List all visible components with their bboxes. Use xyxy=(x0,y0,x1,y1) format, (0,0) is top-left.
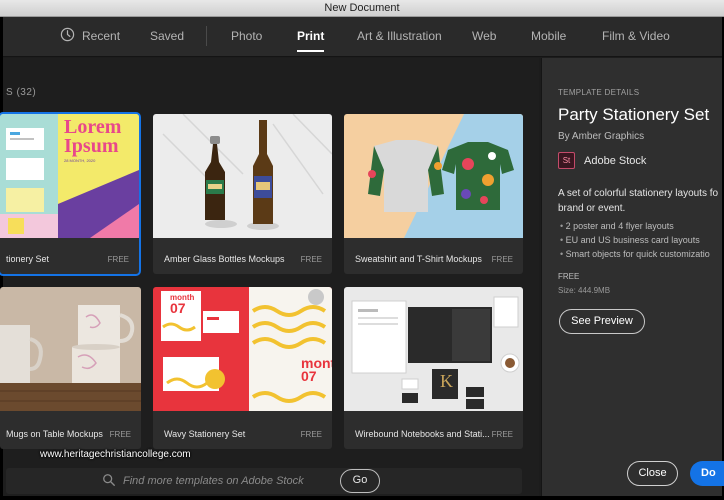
new-document-dialog: Recent Saved Photo Print Art & Illustrat… xyxy=(0,17,724,500)
download-button[interactable]: Do xyxy=(690,461,724,486)
monogram-k-icon: K xyxy=(440,371,453,391)
feature-item: 2 poster and 4 flyer layouts xyxy=(560,219,710,233)
details-kicker: TEMPLATE DETAILS xyxy=(558,88,640,97)
template-thumbnail: month 07 montl 07 xyxy=(153,287,332,411)
template-price: FREE xyxy=(109,430,131,439)
tab-mobile[interactable]: Mobile xyxy=(531,29,566,43)
template-price: FREE xyxy=(300,255,322,264)
window-title: New Document xyxy=(0,0,724,17)
template-thumbnail: K xyxy=(344,287,523,411)
template-browser: S (32) Lorem Ipsum 28 MONTH, 2020 tioner… xyxy=(0,58,539,496)
template-card[interactable]: month 07 montl 07 Wavy Stationery Set FR… xyxy=(153,287,332,449)
template-price: FREE xyxy=(107,255,129,264)
thumb-day-big-text: 07 xyxy=(301,368,317,384)
details-author: By Amber Graphics xyxy=(558,131,645,142)
template-thumbnail xyxy=(344,114,523,238)
template-price: FREE xyxy=(491,255,513,264)
template-card[interactable]: K Wirebound Notebooks and Stati... FREE xyxy=(344,287,523,449)
thumb-ipsum-text: Ipsum xyxy=(64,135,119,157)
go-button[interactable]: Go xyxy=(340,469,380,493)
adobe-stock-label: Adobe Stock xyxy=(584,155,647,167)
details-feature-list: 2 poster and 4 flyer layouts EU and US b… xyxy=(560,219,710,261)
template-name: Amber Glass Bottles Mockups xyxy=(164,254,285,264)
feature-item: EU and US business card layouts xyxy=(560,233,710,247)
tab-divider xyxy=(206,26,207,46)
template-thumbnail xyxy=(0,287,141,411)
clock-icon xyxy=(60,27,75,42)
tab-recent[interactable]: Recent xyxy=(82,29,120,43)
template-name: Sweatshirt and T-Shirt Mockups xyxy=(355,254,482,264)
category-tabs: Recent Saved Photo Print Art & Illustrat… xyxy=(3,17,722,57)
tab-film-video[interactable]: Film & Video xyxy=(602,29,670,43)
template-thumbnail: Lorem Ipsum 28 MONTH, 2020 xyxy=(0,114,139,238)
stock-search-input[interactable] xyxy=(123,473,323,489)
thumb-date-text: 28 MONTH, 2020 xyxy=(64,158,96,163)
template-price: FREE xyxy=(300,430,322,439)
close-button[interactable]: Close xyxy=(627,461,678,486)
search-icon xyxy=(103,474,115,486)
section-title: S (32) xyxy=(6,87,37,98)
tab-print[interactable]: Print xyxy=(297,29,325,52)
template-name: Mugs on Table Mockups xyxy=(6,429,103,439)
feature-item: Smart objects for quick customizatio xyxy=(560,247,710,261)
stock-search-bar: Go xyxy=(6,468,522,494)
template-card[interactable]: Lorem Ipsum 28 MONTH, 2020 tionery Set F… xyxy=(0,112,141,276)
thumb-day-text: 07 xyxy=(170,300,186,316)
template-name: Wirebound Notebooks and Stati... xyxy=(355,429,490,439)
template-price: FREE xyxy=(491,430,513,439)
template-card[interactable]: Sweatshirt and T-Shirt Mockups FREE xyxy=(344,114,523,274)
adobe-stock-icon: St xyxy=(558,152,575,169)
tab-art-illustration[interactable]: Art & Illustration xyxy=(357,29,442,43)
see-preview-button[interactable]: See Preview xyxy=(559,309,645,334)
template-name: Wavy Stationery Set xyxy=(164,429,246,439)
template-card[interactable]: Amber Glass Bottles Mockups FREE xyxy=(153,114,332,274)
template-details-panel: TEMPLATE DETAILS Party Stationery Set By… xyxy=(541,58,722,496)
tab-saved[interactable]: Saved xyxy=(150,29,184,43)
template-name: tionery Set xyxy=(6,254,50,264)
template-thumbnail xyxy=(153,114,332,238)
details-size: Size: 444.9MB xyxy=(558,286,611,295)
details-title: Party Stationery Set xyxy=(558,105,710,124)
details-description: A set of colorful stationery layouts fo … xyxy=(558,188,719,214)
template-card[interactable]: Mugs on Table Mockups FREE xyxy=(0,287,141,449)
tab-photo[interactable]: Photo xyxy=(231,29,262,43)
details-license: FREE xyxy=(558,272,580,281)
watermark-text: www.heritagechristiancollege.com xyxy=(40,449,191,460)
tab-web[interactable]: Web xyxy=(472,29,496,43)
